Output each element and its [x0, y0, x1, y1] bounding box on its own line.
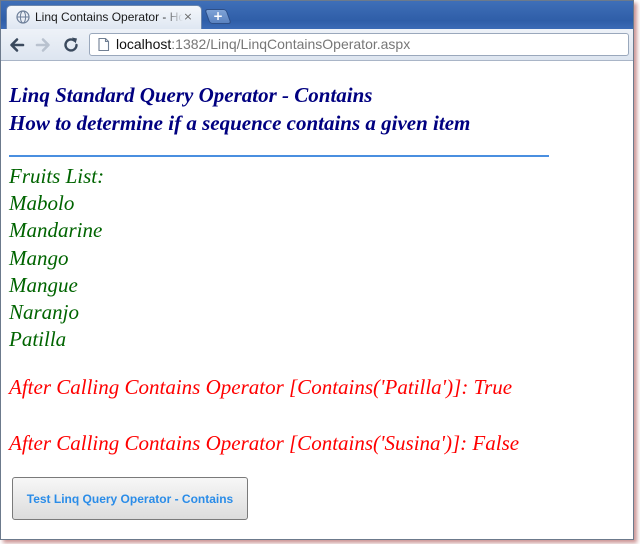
- fruits-list-label: Fruits List:: [9, 164, 105, 188]
- page-content: Linq Standard Query Operator - Contains …: [1, 61, 633, 539]
- plus-icon: +: [213, 9, 224, 23]
- back-arrow-icon[interactable]: [7, 35, 27, 55]
- page-title: Linq Standard Query Operator - Contains: [9, 83, 373, 107]
- test-contains-button[interactable]: Test Linq Query Operator - Contains: [12, 477, 248, 520]
- list-item: Patilla: [9, 327, 67, 352]
- divider: [9, 155, 549, 157]
- browser-toolbar: localhost:1382/Linq/LinqContainsOperator…: [1, 29, 633, 61]
- address-bar[interactable]: localhost:1382/Linq/LinqContainsOperator…: [89, 33, 629, 56]
- new-tab-button[interactable]: +: [204, 9, 232, 24]
- url-text[interactable]: localhost:1382/Linq/LinqContainsOperator…: [116, 36, 410, 53]
- tab-title: Linq Contains Operator - Home: [35, 10, 183, 24]
- page-subtitle: How to determine if a sequence contains …: [9, 111, 471, 135]
- globe-icon: [16, 10, 30, 24]
- close-icon[interactable]: ×: [182, 10, 194, 24]
- list-item: Mangue: [9, 272, 78, 297]
- url-path: :1382/Linq/LinqContainsOperator.aspx: [171, 36, 411, 52]
- result-text-susina: After Calling Contains Operator [Contain…: [9, 431, 520, 455]
- result-text-patilla: After Calling Contains Operator [Contain…: [9, 375, 513, 399]
- reload-icon[interactable]: [61, 35, 81, 55]
- fruits-list: Fruits List: Mabolo Mandarine Mango Mang…: [9, 163, 104, 353]
- list-item: Mandarine: [9, 218, 103, 243]
- tab-strip: Linq Contains Operator - Home × +: [1, 1, 633, 29]
- forward-arrow-icon[interactable]: [33, 35, 53, 55]
- list-item: Naranjo: [9, 300, 80, 325]
- browser-tab[interactable]: Linq Contains Operator - Home ×: [6, 5, 202, 29]
- page-icon: [98, 37, 110, 52]
- url-host: localhost: [116, 36, 172, 52]
- list-item: Mabolo: [9, 191, 75, 216]
- browser-window: Linq Contains Operator - Home × + localh…: [0, 0, 634, 540]
- list-item: Mango: [9, 245, 69, 270]
